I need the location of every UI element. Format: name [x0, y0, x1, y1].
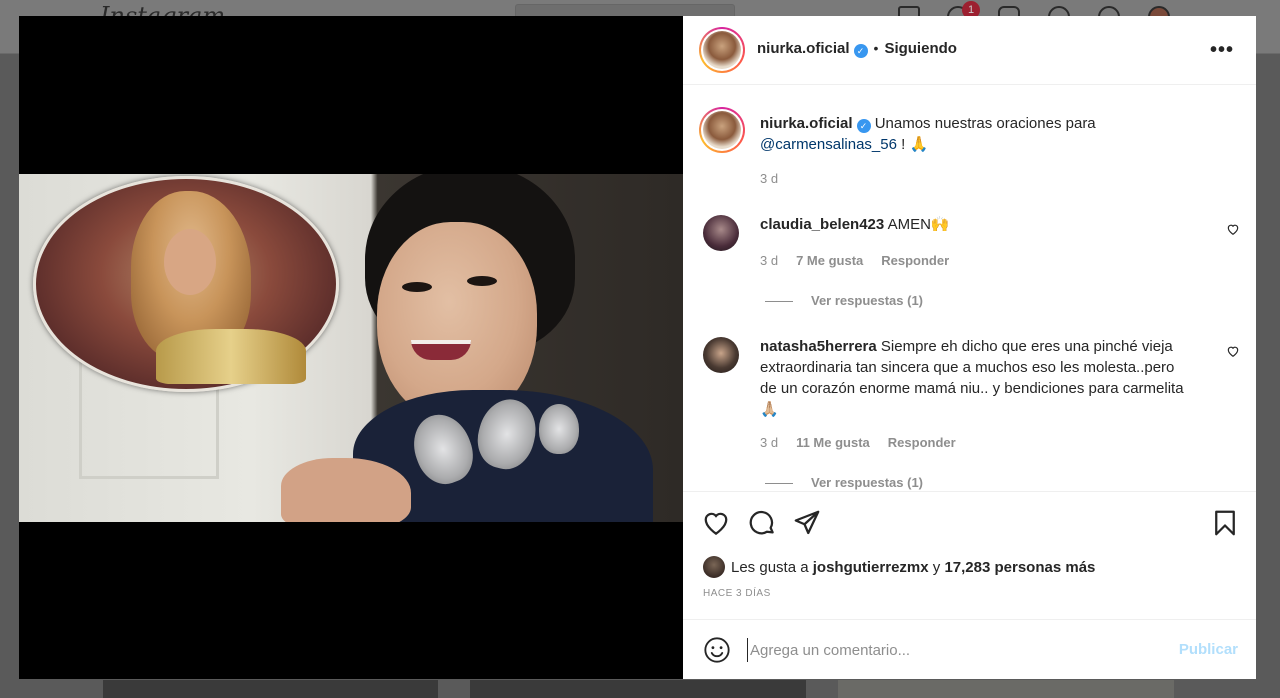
likes-prefix: Les gusta a	[731, 559, 809, 576]
comment-username[interactable]: claudia_belen423	[760, 216, 884, 233]
emoji-icon[interactable]	[703, 636, 731, 664]
comment-time[interactable]: 3 d	[760, 253, 778, 268]
comment-bubble-icon[interactable]	[747, 508, 777, 538]
reply-button[interactable]: Responder	[881, 253, 949, 268]
share-send-icon[interactable]	[792, 508, 822, 538]
liker-username[interactable]: joshgutierrezmx	[813, 559, 929, 576]
likes-summary: Les gusta a joshgutierrezmx y 17,283 per…	[703, 556, 1095, 578]
reply-button[interactable]: Responder	[888, 435, 956, 450]
caption-mention[interactable]: @carmensalinas_56	[760, 136, 897, 153]
comment-input[interactable]	[747, 638, 1157, 662]
caption-text: Unamos nuestras oraciones para	[874, 115, 1096, 132]
portrait-hand	[281, 458, 411, 522]
author-username[interactable]: niurka.oficial	[757, 40, 850, 57]
background-thumbnail	[103, 680, 438, 698]
likes-count[interactable]: 17,283 personas más	[944, 559, 1095, 576]
more-options-icon[interactable]: •••	[1210, 40, 1234, 60]
caption-username[interactable]: niurka.oficial	[760, 115, 853, 132]
comments-list: niurka.oficial ✓ Unamos nuestras oracione…	[683, 86, 1256, 491]
like-comment-heart-icon[interactable]	[1226, 344, 1240, 358]
verified-badge-icon: ✓	[856, 119, 871, 133]
commenter-avatar[interactable]	[703, 215, 739, 251]
background-thumbnail	[470, 680, 806, 698]
post-photo	[19, 174, 683, 522]
view-replies-button[interactable]: Ver respuestas (1)	[765, 475, 923, 490]
view-replies-button[interactable]: Ver respuestas (1)	[765, 293, 923, 308]
post-actions: Les gusta a joshgutierrezmx y 17,283 per…	[683, 491, 1256, 619]
separator-dot: •	[873, 40, 879, 56]
caption-author-avatar[interactable]	[699, 107, 745, 153]
comment-likes[interactable]: 11 Me gusta	[796, 435, 870, 450]
post-media	[19, 16, 683, 679]
comment-time[interactable]: 3 d	[760, 435, 778, 450]
add-comment-bar: Publicar	[683, 619, 1256, 679]
publish-button[interactable]: Publicar	[1179, 641, 1238, 658]
commenter-avatar[interactable]	[703, 337, 739, 373]
save-bookmark-icon[interactable]	[1210, 508, 1240, 538]
liker-avatar[interactable]	[703, 556, 725, 578]
following-button[interactable]: Siguiendo	[884, 40, 957, 57]
comment-username[interactable]: natasha5herrera	[760, 338, 877, 355]
like-heart-icon[interactable]	[701, 508, 731, 538]
caption-suffix: ! 🙏	[896, 136, 929, 153]
view-replies-label: Ver respuestas (1)	[811, 293, 924, 308]
post-timestamp[interactable]: HACE 3 DÍAS	[703, 588, 771, 599]
oval-portrait	[33, 176, 339, 392]
background-thumbnail	[838, 680, 1174, 698]
like-comment-heart-icon[interactable]	[1226, 222, 1240, 236]
author-avatar[interactable]	[699, 27, 745, 73]
verified-badge-icon: ✓	[853, 44, 868, 58]
caption-time[interactable]: 3 d	[760, 171, 778, 186]
comment-text: AMEN🙌	[887, 216, 950, 233]
likes-connector: y	[932, 559, 941, 576]
comment-likes[interactable]: 7 Me gusta	[796, 253, 863, 268]
post-modal: niurka.oficial ✓ • Siguiendo ••• niurka.ofi…	[19, 16, 1256, 679]
post-side-panel: niurka.oficial ✓ • Siguiendo ••• niurka.ofi…	[683, 16, 1256, 679]
view-replies-label: Ver respuestas (1)	[811, 475, 924, 490]
post-header: niurka.oficial ✓ • Siguiendo •••	[683, 16, 1256, 85]
